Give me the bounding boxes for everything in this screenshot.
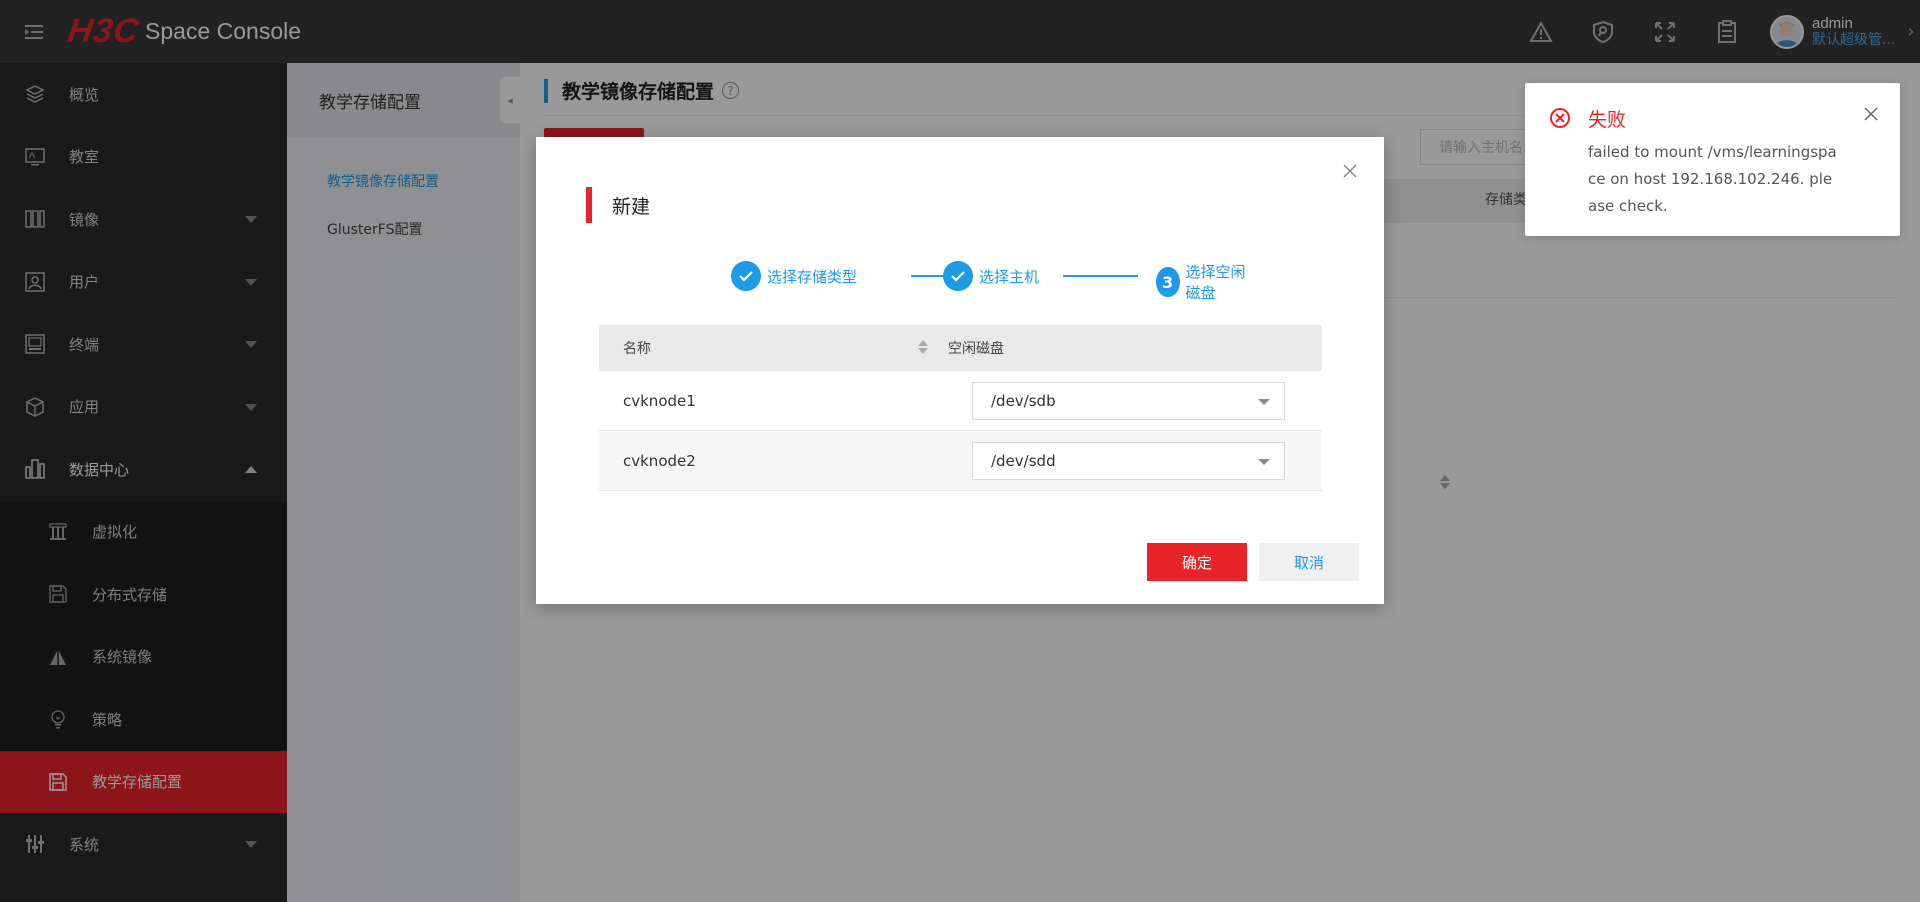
cancel-button[interactable]: 取消 [1259, 543, 1359, 581]
step-free-disk: 3 选择空闲磁盘 [1156, 261, 1256, 303]
disk-select-value: /dev/sdb [991, 391, 1056, 410]
dialog-title: 新建 [612, 195, 651, 218]
confirm-button[interactable]: 确定 [1147, 543, 1247, 581]
column-header-name: 名称 [623, 341, 651, 357]
check-icon [943, 261, 973, 291]
new-storage-dialog: 新建 选择存储类型 选择主机 3 选择空闲磁盘 名称 空闲磁盘 cvknode1… [536, 137, 1384, 604]
host-name: cvknode1 [623, 391, 696, 410]
step-label: 选择存储类型 [767, 267, 858, 286]
close-icon[interactable] [1340, 161, 1360, 181]
step-connector [1063, 275, 1138, 277]
sort-icon[interactable] [918, 340, 928, 354]
chevron-down-icon [1258, 458, 1270, 465]
chevron-down-icon [1258, 398, 1270, 405]
table-row: cvknode2 /dev/sdd [599, 431, 1322, 491]
step-label: 选择主机 [979, 267, 1040, 286]
notification-message: failed to mount /vms/learningspace on ho… [1588, 143, 1837, 215]
host-name: cvknode2 [623, 451, 696, 470]
disk-table: 名称 空闲磁盘 cvknode1 /dev/sdb cvknode2 /dev/… [599, 325, 1322, 491]
check-icon [731, 261, 761, 291]
step-host: 选择主机 [943, 261, 1039, 291]
column-header-free-disk: 空闲磁盘 [948, 341, 1004, 357]
disk-select[interactable]: /dev/sdb [972, 381, 1285, 420]
step-label: 选择空闲磁盘 [1185, 263, 1246, 302]
error-circle-icon [1549, 107, 1571, 133]
step-storage-type: 选择存储类型 [731, 261, 857, 291]
dialog-accent-bar [586, 187, 592, 223]
table-header: 名称 空闲磁盘 [599, 325, 1322, 371]
disk-select[interactable]: /dev/sdd [972, 441, 1285, 480]
stepper: 选择存储类型 选择主机 3 选择空闲磁盘 [696, 261, 1256, 302]
notification-title: 失败 [1588, 109, 1627, 131]
close-icon[interactable] [1862, 105, 1880, 123]
step-number: 3 [1156, 267, 1180, 297]
disk-select-value: /dev/sdd [991, 451, 1056, 470]
table-row: cvknode1 /dev/sdb [599, 371, 1322, 431]
error-notification: 失败 failed to mount /vms/learningspace on… [1525, 83, 1900, 236]
